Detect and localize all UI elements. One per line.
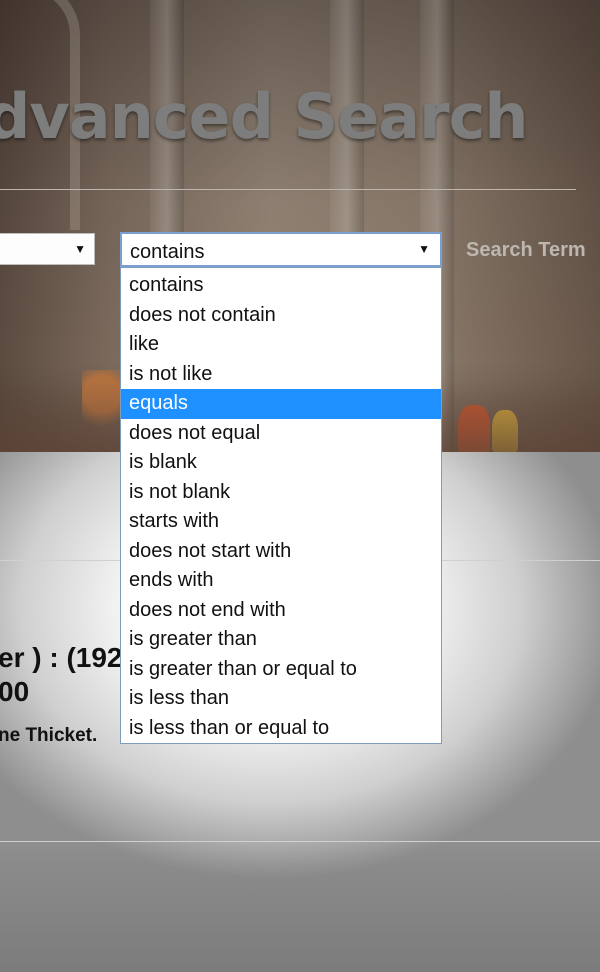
option-is-less-than-or-equal-to[interactable]: is less than or equal to bbox=[121, 714, 441, 744]
search-term-label: Search Term bbox=[466, 239, 586, 261]
title-divider bbox=[0, 189, 576, 190]
operator-dropdown-list[interactable]: contains does not contain like is not li… bbox=[120, 267, 442, 744]
option-does-not-end-with[interactable]: does not end with bbox=[121, 596, 441, 626]
chevron-down-icon: ▼ bbox=[418, 242, 430, 256]
option-is-greater-than-or-equal-to[interactable]: is greater than or equal to bbox=[121, 655, 441, 685]
option-does-not-contain[interactable]: does not contain bbox=[121, 301, 441, 331]
option-like[interactable]: like bbox=[121, 330, 441, 360]
option-is-blank[interactable]: is blank bbox=[121, 448, 441, 478]
option-is-not-like[interactable]: is not like bbox=[121, 360, 441, 390]
result-subtitle: 00 bbox=[0, 676, 30, 707]
footer-band bbox=[0, 842, 600, 972]
field-select[interactable]: ▼ bbox=[0, 233, 95, 265]
option-does-not-start-with[interactable]: does not start with bbox=[121, 537, 441, 567]
option-starts-with[interactable]: starts with bbox=[121, 507, 441, 537]
option-contains[interactable]: contains bbox=[121, 271, 441, 301]
option-equals[interactable]: equals bbox=[121, 389, 441, 419]
chevron-down-icon: ▼ bbox=[74, 242, 86, 256]
page-title: dvanced Search bbox=[0, 80, 529, 153]
option-is-greater-than[interactable]: is greater than bbox=[121, 625, 441, 655]
option-is-less-than[interactable]: is less than bbox=[121, 684, 441, 714]
option-is-not-blank[interactable]: is not blank bbox=[121, 478, 441, 508]
result-description: ne Thicket. bbox=[0, 725, 98, 746]
option-ends-with[interactable]: ends with bbox=[121, 566, 441, 596]
result-title: er ) : (192 bbox=[0, 642, 123, 673]
operator-select[interactable]: contains ▼ bbox=[120, 232, 442, 267]
operator-select-value: contains bbox=[130, 241, 205, 263]
option-does-not-equal[interactable]: does not equal bbox=[121, 419, 441, 449]
